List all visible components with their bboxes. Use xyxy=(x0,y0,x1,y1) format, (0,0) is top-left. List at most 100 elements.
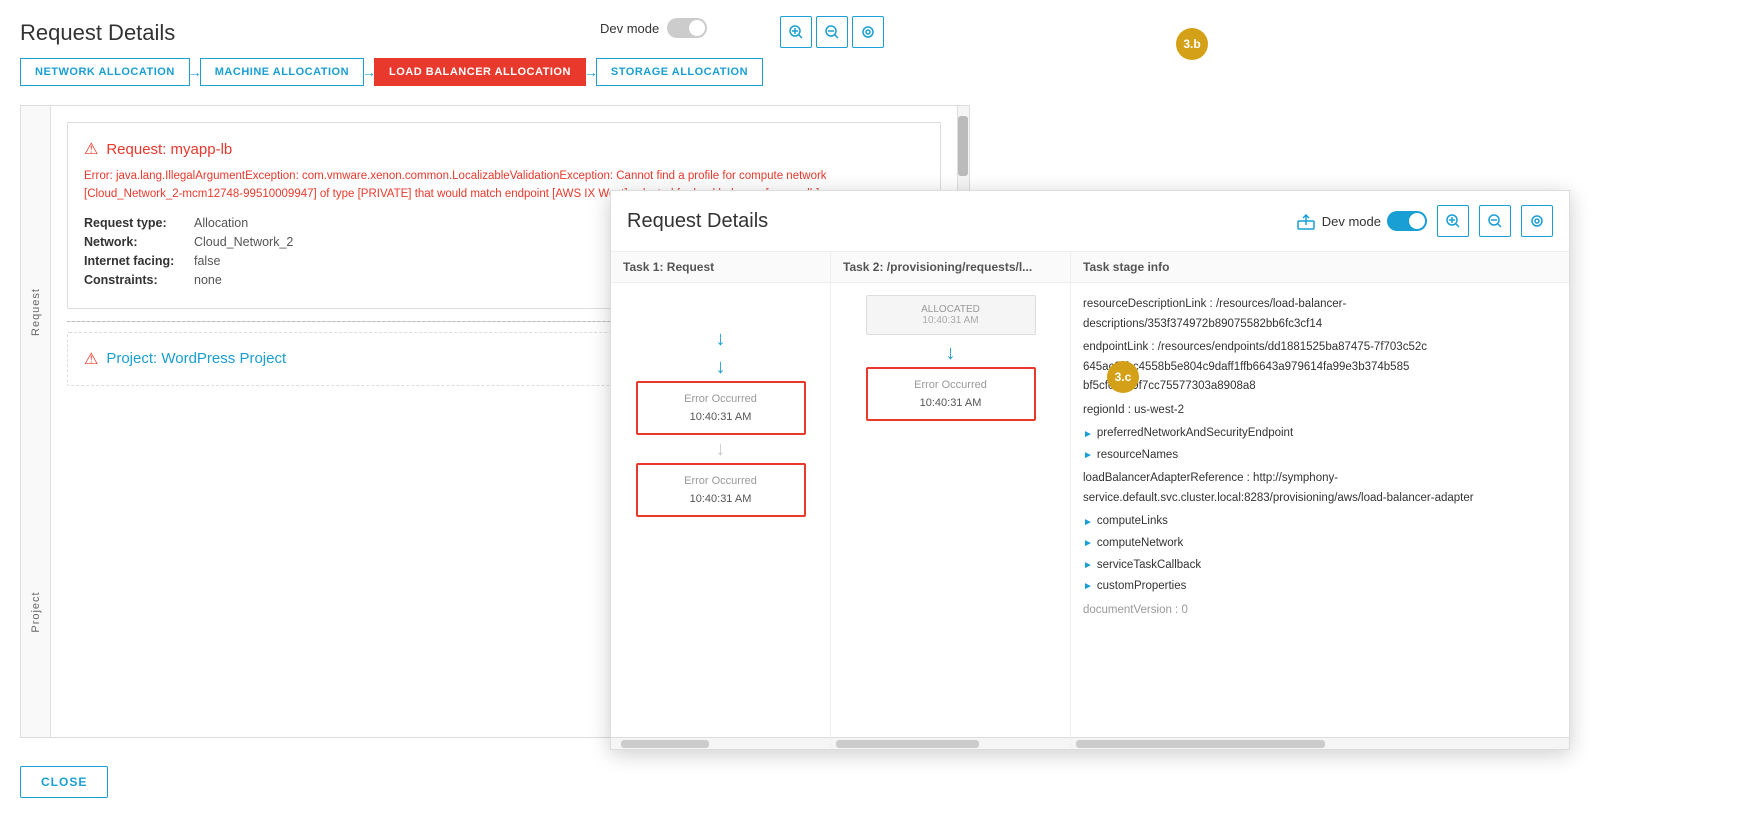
badge-3c: 3.c xyxy=(1107,361,1139,393)
dev-mode-area: 3.b Dev mode xyxy=(600,18,707,38)
overlay-panel: 3.c Request Details Dev mode xyxy=(610,190,1570,750)
task1-error-title-1: Error Occurred xyxy=(648,393,794,405)
task1-arrow-down2: ↓ xyxy=(716,357,726,377)
overlay-zoom-in-icon xyxy=(1446,214,1460,228)
task2-error-title: Error Occurred xyxy=(878,379,1024,391)
task1-content: ↓ ↓ Error Occurred 10:40:31 AM ↓ Error O… xyxy=(611,283,830,737)
stage-doc-version: documentVersion : 0 xyxy=(1083,601,1557,621)
zoom-in-button[interactable] xyxy=(780,16,812,48)
task1-error-time-1: 10:40:31 AM xyxy=(648,411,794,423)
task1-scroll-h xyxy=(611,737,830,749)
breadcrumb: NETWORK ALLOCATION → MACHINE ALLOCATION … xyxy=(20,58,763,86)
task2-header: Task 2: /provisioning/requests/l... xyxy=(831,252,1070,283)
stage-custom-props[interactable]: ► customProperties xyxy=(1083,577,1557,597)
breadcrumb-machine-allocation[interactable]: MACHINE ALLOCATION xyxy=(200,58,364,86)
task1-arrow-down: ↓ xyxy=(716,329,726,349)
task2-arrow-down1: ↓ xyxy=(946,343,956,363)
stage-service-task-label: serviceTaskCallback xyxy=(1097,556,1201,576)
task1-error-time-2: 10:40:31 AM xyxy=(648,493,794,505)
field-value-constraints: none xyxy=(194,273,222,287)
chevron-resource-names: ► xyxy=(1083,447,1093,464)
breadcrumb-load-balancer-allocation[interactable]: LOAD BALANCER ALLOCATION xyxy=(374,58,586,86)
stage-compute-links[interactable]: ► computeLinks xyxy=(1083,512,1557,532)
stage-compute-network-label: computeNetwork xyxy=(1097,534,1183,554)
zoom-reset-button[interactable] xyxy=(852,16,884,48)
badge-3b: 3.b xyxy=(1176,28,1208,60)
task2-scroll-thumb xyxy=(836,740,979,748)
overlay-zoom-out-icon xyxy=(1488,214,1502,228)
task1-error-box-2[interactable]: Error Occurred 10:40:31 AM xyxy=(636,463,806,517)
error-icon: ⚠ xyxy=(84,139,98,159)
stage-scroll-thumb xyxy=(1076,740,1325,748)
request-title: ⚠ Request: myapp-lb xyxy=(84,139,924,159)
task-stage-column: Task stage info resourceDescriptionLink … xyxy=(1071,252,1569,749)
task2-column: Task 2: /provisioning/requests/l... ALLO… xyxy=(831,252,1071,749)
stage-endpoint-link: endpointLink : /resources/endpoints/dd18… xyxy=(1083,338,1557,397)
task1-arrow-gray: ↓ xyxy=(716,439,726,459)
left-sidebar-labels: Request Project xyxy=(21,106,51,737)
stage-resource-names[interactable]: ► resourceNames xyxy=(1083,446,1557,466)
field-label-network: Network: xyxy=(84,235,194,249)
prev-box-text: ALLOCATED xyxy=(875,304,1027,315)
breadcrumb-arrow-2: → xyxy=(362,64,376,80)
task1-scroll-thumb xyxy=(621,740,709,748)
stage-preferred-network[interactable]: ► preferredNetworkAndSecurityEndpoint xyxy=(1083,424,1557,444)
overlay-dev-mode-label: Dev mode xyxy=(1322,214,1381,229)
task-stage-content: resourceDescriptionLink : /resources/loa… xyxy=(1071,283,1569,737)
stage-service-task[interactable]: ► serviceTaskCallback xyxy=(1083,556,1557,576)
zoom-out-button[interactable] xyxy=(816,16,848,48)
field-value-request-type: Allocation xyxy=(194,216,248,230)
zoom-reset-icon xyxy=(861,25,875,39)
breadcrumb-storage-allocation[interactable]: STORAGE ALLOCATION xyxy=(596,58,763,86)
task2-content: ALLOCATED 10:40:31 AM ↓ Error Occurred 1… xyxy=(831,283,1070,737)
field-label-constraints: Constraints: xyxy=(84,273,194,287)
field-label-internet-facing: Internet facing: xyxy=(84,254,194,268)
task-stage-header: Task stage info xyxy=(1071,252,1569,283)
task2-error-box[interactable]: Error Occurred 10:40:31 AM xyxy=(866,367,1036,421)
field-value-internet-facing: false xyxy=(194,254,220,268)
breadcrumb-arrow-3: → xyxy=(584,64,598,80)
stage-resource-desc-link: resourceDescriptionLink : /resources/loa… xyxy=(1083,295,1557,334)
overlay-zoom-out-button[interactable] xyxy=(1479,205,1511,237)
sidebar-label-request: Request xyxy=(30,288,42,336)
scroll-thumb xyxy=(958,116,968,176)
stage-compute-network[interactable]: ► computeNetwork xyxy=(1083,534,1557,554)
task1-column: Task 1: Request ↓ ↓ Error Occurred 10:40… xyxy=(611,252,831,749)
chevron-preferred: ► xyxy=(1083,426,1093,443)
close-button[interactable]: CLOSE xyxy=(20,766,108,798)
stage-custom-props-label: customProperties xyxy=(1097,577,1186,597)
cloud-upload-icon[interactable] xyxy=(1296,211,1316,231)
stage-region-id: regionId : us-west-2 xyxy=(1083,401,1557,421)
overlay-zoom-reset-button[interactable] xyxy=(1521,205,1553,237)
overlay-zoom-in-button[interactable] xyxy=(1437,205,1469,237)
overlay-zoom-reset-icon xyxy=(1530,214,1544,228)
overlay-dev-mode-toggle[interactable] xyxy=(1387,211,1427,231)
task1-error-box-1[interactable]: Error Occurred 10:40:31 AM xyxy=(636,381,806,435)
outer-container: Request Details NETWORK ALLOCATION → MAC… xyxy=(0,0,1744,818)
overlay-header: Request Details Dev mode xyxy=(611,191,1569,252)
breadcrumb-network-allocation[interactable]: NETWORK ALLOCATION xyxy=(20,58,190,86)
chevron-service-task: ► xyxy=(1083,557,1093,574)
zoom-controls xyxy=(780,16,884,48)
task1-header: Task 1: Request xyxy=(611,252,830,283)
sidebar-label-project: Project xyxy=(30,591,42,632)
prev-box: ALLOCATED 10:40:31 AM xyxy=(866,295,1036,335)
toggle-knob xyxy=(689,20,705,36)
stage-preferred-label: preferredNetworkAndSecurityEndpoint xyxy=(1097,424,1293,444)
chevron-compute-links: ► xyxy=(1083,514,1093,531)
task2-error-time: 10:40:31 AM xyxy=(878,397,1024,409)
breadcrumb-arrow-1: → xyxy=(188,64,202,80)
zoom-out-icon xyxy=(825,25,839,39)
task2-scroll-h xyxy=(831,737,1070,749)
overlay-body: Task 1: Request ↓ ↓ Error Occurred 10:40… xyxy=(611,252,1569,749)
overlay-toggle-knob xyxy=(1409,213,1425,229)
overlay-title: Request Details xyxy=(627,210,1286,233)
dev-mode-toggle[interactable] xyxy=(667,18,707,38)
zoom-in-icon xyxy=(789,25,803,39)
chevron-compute-network: ► xyxy=(1083,535,1093,552)
stage-compute-links-label: computeLinks xyxy=(1097,512,1168,532)
field-label-request-type: Request type: xyxy=(84,216,194,230)
chevron-custom-props: ► xyxy=(1083,578,1093,595)
field-value-network: Cloud_Network_2 xyxy=(194,235,293,249)
task1-error-title-2: Error Occurred xyxy=(648,475,794,487)
